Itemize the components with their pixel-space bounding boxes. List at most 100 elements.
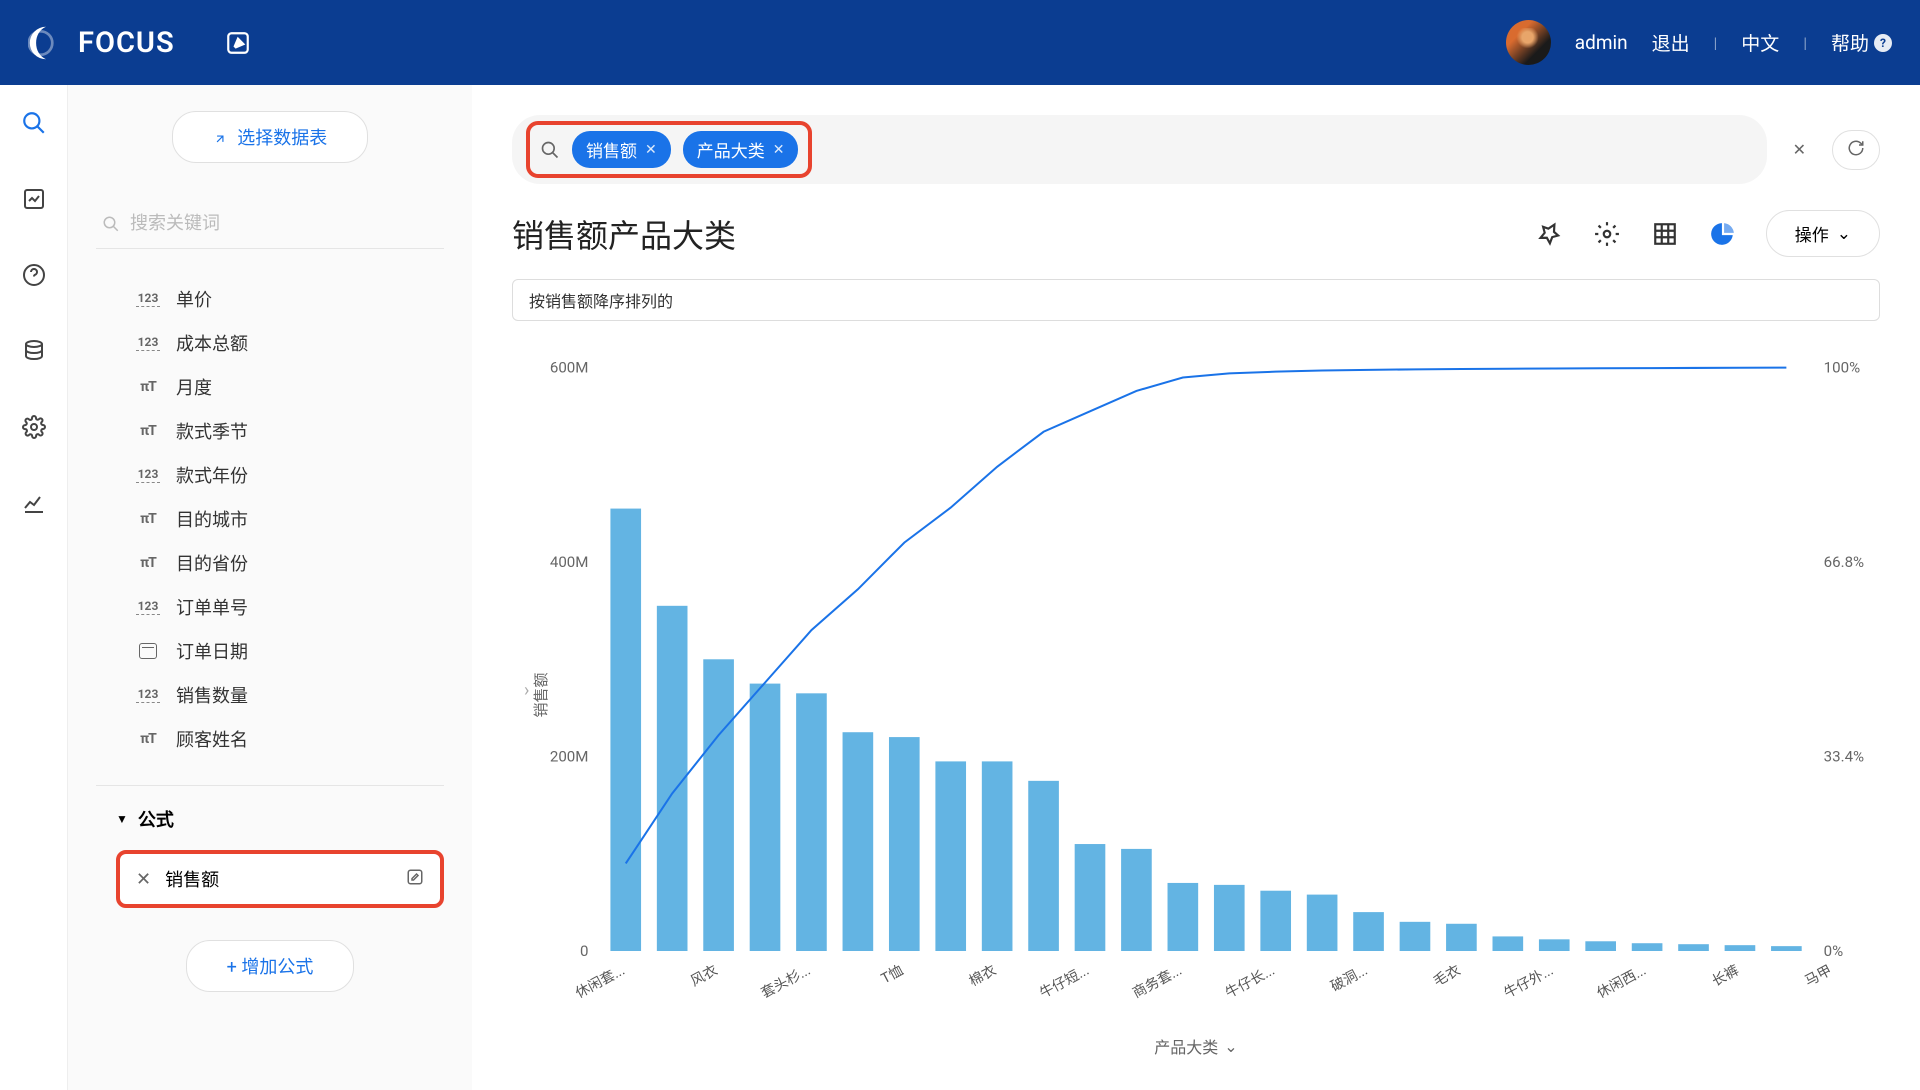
query-bar[interactable]: 销售额✕ 产品大类✕ <box>512 115 1767 184</box>
text-icon: πT <box>136 731 160 747</box>
sort-chip[interactable]: 按销售额降序排列的 <box>512 279 1880 321</box>
field-item[interactable]: 123 款式年份 <box>136 453 444 497</box>
field-label: 顾客姓名 <box>176 726 248 752</box>
gear-icon[interactable] <box>20 413 48 441</box>
ops-button[interactable]: 操作⌄ <box>1766 210 1880 257</box>
pie-icon[interactable] <box>1708 219 1738 249</box>
formula-item[interactable]: ✕ 销售额 <box>116 850 444 908</box>
search-icon[interactable] <box>20 109 48 137</box>
edit-icon[interactable] <box>406 868 424 891</box>
username[interactable]: admin <box>1575 31 1628 54</box>
chevron-right-icon[interactable]: › <box>524 680 529 701</box>
field-item[interactable]: πT 款式季节 <box>136 409 444 453</box>
svg-text:休闲西...: 休闲西... <box>1594 963 1649 1002</box>
svg-text:破洞...: 破洞... <box>1328 963 1370 996</box>
text-icon: πT <box>136 555 160 571</box>
refresh-button[interactable] <box>1832 130 1880 170</box>
svg-text:套头杉...: 套头杉... <box>759 963 814 1002</box>
field-label: 目的省份 <box>176 550 248 576</box>
table-icon[interactable] <box>1650 219 1680 249</box>
field-item[interactable]: 123 销售数量 <box>136 673 444 717</box>
chevron-down-icon: ⌄ <box>1224 1037 1237 1056</box>
logout-link[interactable]: 退出 <box>1652 29 1690 56</box>
field-label: 目的城市 <box>176 506 248 532</box>
field-item[interactable]: 123 单价 <box>136 277 444 321</box>
field-item[interactable]: 123 订单单号 <box>136 585 444 629</box>
field-label: 订单单号 <box>176 594 248 620</box>
question-icon[interactable] <box>20 261 48 289</box>
field-label: 款式年份 <box>176 462 248 488</box>
help-link[interactable]: 帮助 ? <box>1831 29 1892 56</box>
chevron-down-icon: ⌄ <box>1837 224 1851 244</box>
svg-text:休闲套...: 休闲套... <box>573 963 628 1002</box>
trend-icon[interactable] <box>20 489 48 517</box>
query-pill[interactable]: 产品大类✕ <box>683 131 799 168</box>
select-table-button[interactable]: 选择数据表 <box>172 111 368 163</box>
main: 销售额✕ 产品大类✕ ✕ 销售额产品大类 操作⌄ <box>472 85 1920 1090</box>
field-item[interactable]: πT 目的城市 <box>136 497 444 541</box>
chevron-down-icon: ▼ <box>116 812 128 826</box>
edit-icon[interactable] <box>225 30 251 56</box>
calendar-icon <box>139 643 157 659</box>
formula-group-toggle[interactable]: ▼ 公式 <box>96 806 444 832</box>
y-axis-label: 销售额 <box>530 672 551 717</box>
field-label: 订单日期 <box>176 638 248 664</box>
field-label: 销售数量 <box>176 682 248 708</box>
add-formula-button[interactable]: + 增加公式 <box>186 940 355 992</box>
field-item[interactable]: πT 顾客姓名 <box>136 717 444 761</box>
close-icon[interactable]: ✕ <box>645 142 657 158</box>
field-item[interactable]: 订单日期 <box>136 629 444 673</box>
text-icon: πT <box>136 511 160 527</box>
field-item[interactable]: 123 成本总额 <box>136 321 444 365</box>
lang-link[interactable]: 中文 <box>1741 29 1779 56</box>
clear-icon[interactable]: ✕ <box>1785 132 1814 167</box>
svg-text:长裤: 长裤 <box>1709 963 1741 990</box>
field-item[interactable]: πT 目的省份 <box>136 541 444 585</box>
text-icon: πT <box>136 423 160 439</box>
text-icon: πT <box>136 379 160 395</box>
pin-icon[interactable] <box>1534 219 1564 249</box>
logo-icon <box>28 25 64 61</box>
help-icon: ? <box>1874 34 1892 52</box>
svg-text:牛仔外...: 牛仔外... <box>1501 963 1556 1002</box>
chart-canvas: 0200M400M600M0%33.4%66.8%100%休闲套...风衣套头杉… <box>512 329 1880 1060</box>
svg-text:0: 0 <box>580 942 588 960</box>
field-label: 成本总额 <box>176 330 248 356</box>
viz-title: 销售额产品大类 <box>512 211 736 257</box>
database-icon[interactable] <box>20 337 48 365</box>
brand-name: FOCUS <box>78 26 175 60</box>
field-item[interactable]: πT月度 <box>136 365 444 409</box>
gear-icon[interactable] <box>1592 219 1622 249</box>
left-rail <box>0 85 68 1090</box>
svg-text:牛仔短...: 牛仔短... <box>1037 963 1092 1002</box>
svg-text:风衣: 风衣 <box>688 963 720 990</box>
number-icon: 123 <box>136 335 160 351</box>
svg-text:棉衣: 棉衣 <box>966 962 999 990</box>
sidebar-search-input[interactable] <box>130 213 438 234</box>
number-icon: 123 <box>136 599 160 615</box>
logo[interactable]: FOCUS <box>28 25 251 61</box>
x-axis-label[interactable]: 产品大类 ⌄ <box>1154 1034 1237 1058</box>
svg-text:33.4%: 33.4% <box>1824 748 1864 766</box>
number-icon: 123 <box>136 291 160 307</box>
svg-text:0%: 0% <box>1824 942 1844 960</box>
svg-text:400M: 400M <box>550 553 589 571</box>
svg-text:马甲: 马甲 <box>1802 963 1834 990</box>
search-icon <box>540 140 560 160</box>
query-pill[interactable]: 销售额✕ <box>572 131 671 168</box>
svg-text:66.8%: 66.8% <box>1824 553 1864 571</box>
avatar[interactable] <box>1506 20 1551 65</box>
chart-icon[interactable] <box>20 185 48 213</box>
svg-text:100%: 100% <box>1824 359 1860 377</box>
close-icon[interactable]: ✕ <box>136 869 151 890</box>
close-icon[interactable]: ✕ <box>773 142 785 158</box>
number-icon: 123 <box>136 467 160 483</box>
number-icon: 123 <box>136 687 160 703</box>
search-icon <box>102 215 120 233</box>
svg-text:600M: 600M <box>550 359 589 377</box>
field-label: 单价 <box>176 286 212 312</box>
sidebar: 选择数据表 123单价123成本总额πT月度πT款式季节123款式年份πT目的城… <box>68 85 472 1090</box>
field-label: 款式季节 <box>176 418 248 444</box>
svg-text:商务套...: 商务套... <box>1130 963 1185 1002</box>
svg-text:牛仔长...: 牛仔长... <box>1223 963 1278 1002</box>
